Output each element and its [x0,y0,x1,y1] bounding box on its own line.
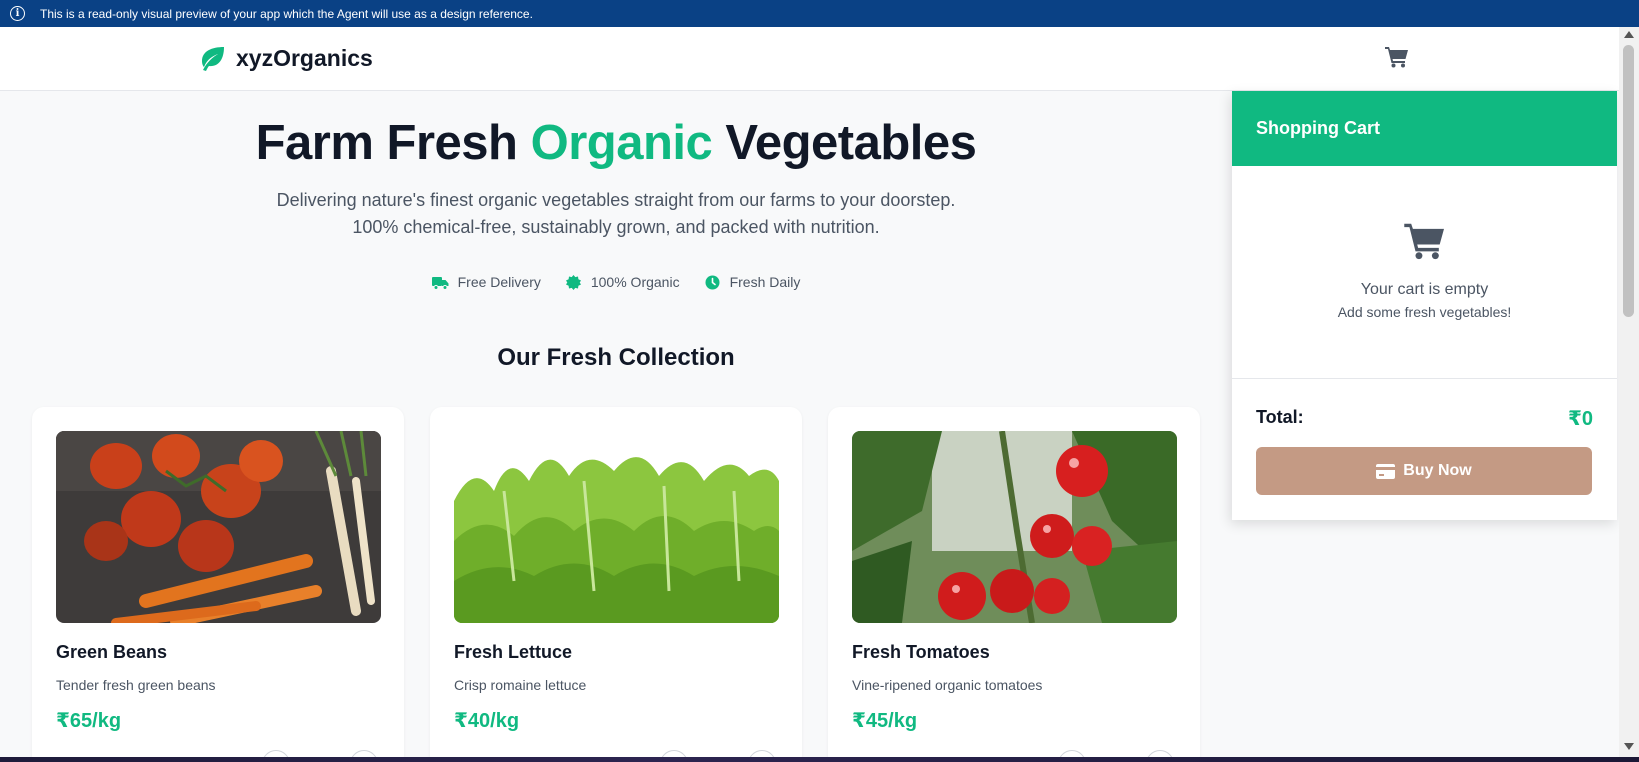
scroll-up-arrow-icon[interactable] [1624,31,1634,38]
hero-subtitle: Delivering nature's finest organic veget… [276,190,956,237]
scroll-down-arrow-icon[interactable] [1624,743,1634,750]
preview-banner-text: This is a read-only visual preview of yo… [40,6,533,21]
cart-divider [1232,378,1617,379]
product-price: ₹40/kg [454,710,520,732]
product-description: Tender fresh green beans [56,677,216,693]
tomato-vine-image[interactable] [852,431,1177,623]
badge-organic: 100% Organic [565,274,680,290]
credit-card-icon [1376,463,1396,479]
product-name: Fresh Tomatoes [852,642,990,662]
tomatoes-and-carrots-image[interactable] [56,431,381,623]
decrease-quantity-button[interactable] [660,750,688,757]
hero-title-accent: Organic [530,116,713,170]
hero-title-start: Farm Fresh [255,116,518,170]
badge-free-delivery: Free Delivery [431,274,541,290]
product-price: ₹45/kg [852,710,918,732]
product-card[interactable]: Fresh Tomatoes Vine-ripened organic toma… [828,407,1200,757]
product-card[interactable]: Green Beans Tender fresh green beans ₹65… [32,407,404,757]
leaf-icon [202,46,224,71]
product-price: ₹65/kg [56,710,122,732]
product-photo [56,431,381,623]
info-icon: i [10,6,25,21]
buy-now-label: Buy Now [1403,462,1472,479]
cart-header: Shopping Cart [1232,91,1617,166]
page-scrollbar[interactable] [1619,27,1639,757]
brand-logo[interactable]: xyzOrganics [198,45,373,72]
cart-empty-hint: Add some fresh vegetables! [1337,304,1512,320]
site-header: xyzOrganics [0,27,1619,91]
cart-total-label: Total: [1256,407,1304,427]
cart-total-value: ₹0 [1567,408,1593,430]
hero-title-end: Vegetables [725,116,977,170]
buy-now-button[interactable]: Buy Now [1256,447,1592,495]
brand-name: xyzOrganics [236,45,373,71]
feature-badges: Free Delivery 100% Organic Fresh Daily [0,274,1232,290]
badge-fresh-daily-label: Fresh Daily [729,274,801,290]
badge-free-delivery-label: Free Delivery [457,274,541,290]
app-viewport: xyzOrganics Farm Fresh Organic Vegetable… [0,27,1619,757]
preview-banner: i This is a read-only visual preview of … [0,0,1639,27]
product-photo [454,431,779,623]
desktop-background-strip [0,757,1639,762]
empty-cart-icon [1404,223,1444,260]
product-card[interactable]: Fresh Lettuce Crisp romaine lettuce ₹40/… [430,407,802,757]
cart-title: Shopping Cart [1256,118,1380,138]
badge-fresh-daily: Fresh Daily [704,274,801,290]
lettuce-image[interactable] [454,431,779,623]
scrollbar-thumb[interactable] [1623,45,1634,317]
increase-quantity-button[interactable] [748,750,776,757]
decrease-quantity-button[interactable] [1058,750,1086,757]
decrease-quantity-button[interactable] [262,750,290,757]
increase-quantity-button[interactable] [350,750,378,757]
product-name: Green Beans [56,642,168,662]
badge-organic-label: 100% Organic [590,274,680,290]
cart-icon[interactable] [1385,46,1409,68]
product-photo [852,431,1177,623]
increase-quantity-button[interactable] [1146,750,1174,757]
hero-title: Farm Fresh Organic Vegetables [0,115,1232,171]
shopping-cart-panel: Shopping Cart Your cart is empty Add som… [1232,91,1617,520]
product-name: Fresh Lettuce [454,642,573,662]
clock-icon [705,275,720,289]
product-description: Crisp romaine lettuce [454,677,587,693]
collection-title: Our Fresh Collection [497,344,735,371]
product-description: Vine-ripened organic tomatoes [852,677,1043,693]
truck-icon [431,276,449,290]
certificate-icon [565,274,581,290]
cart-empty-message: Your cart is empty [1360,281,1489,298]
